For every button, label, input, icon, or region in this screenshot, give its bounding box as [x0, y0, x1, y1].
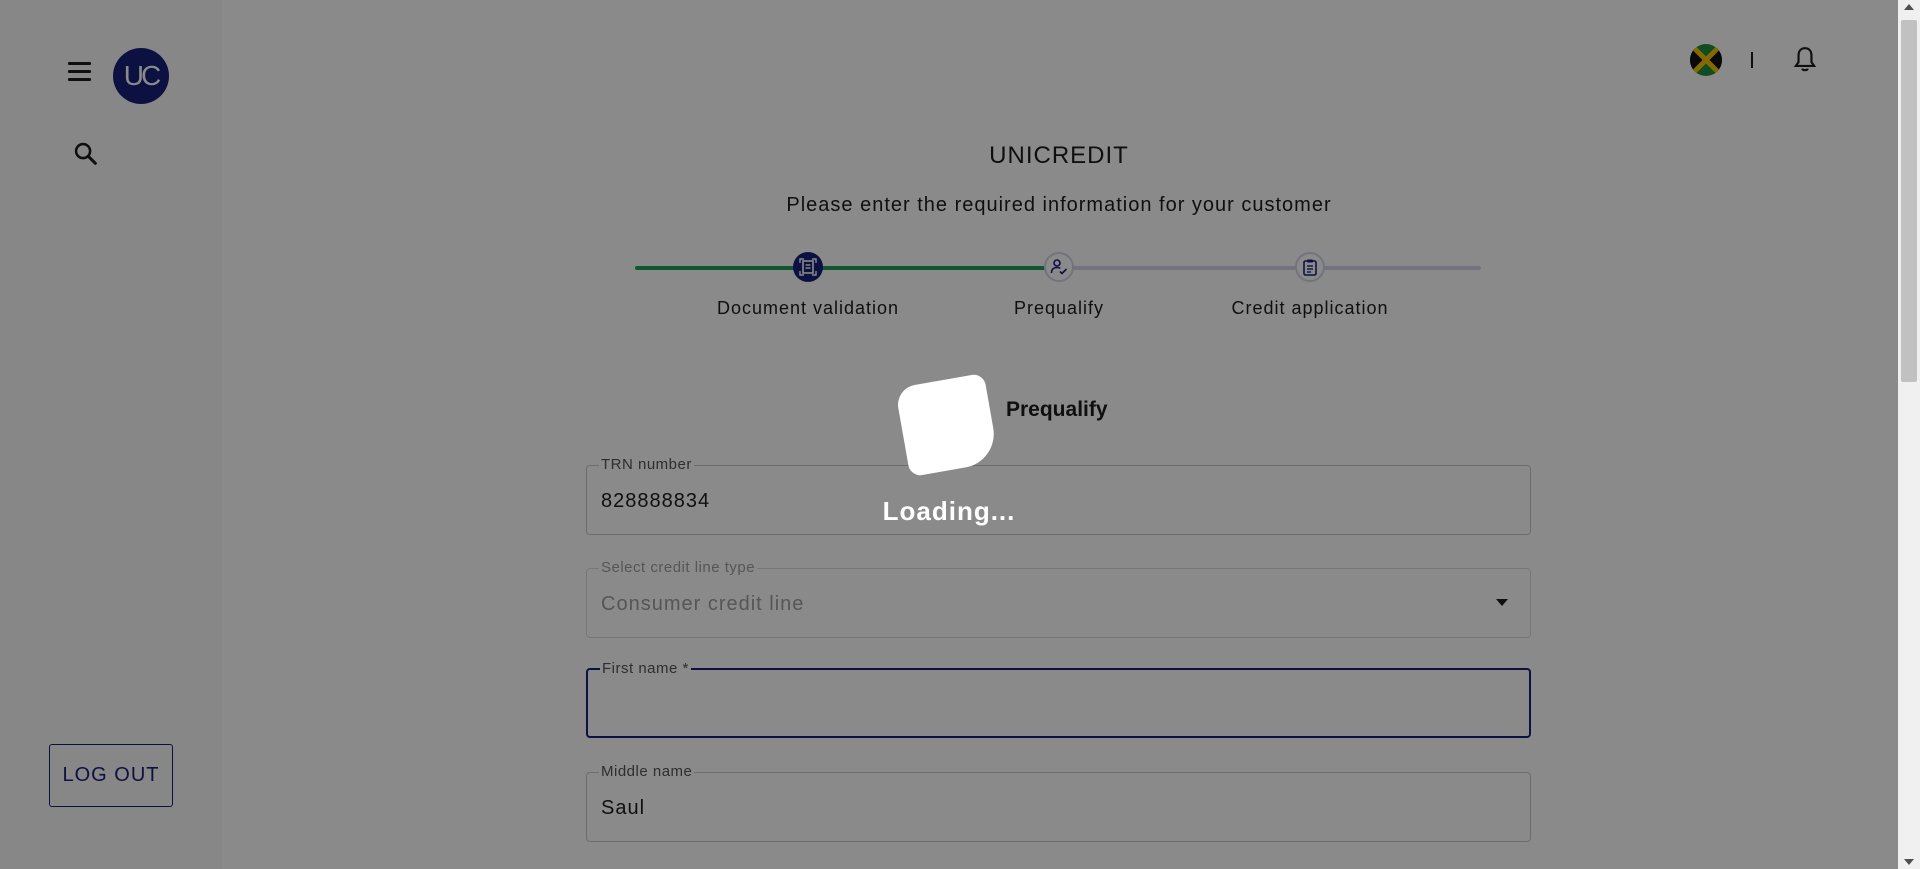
- loading-overlay: Loading...: [0, 0, 1920, 869]
- loading-text: Loading...: [882, 496, 1016, 526]
- loading-spinner-icon: [894, 372, 1000, 478]
- page-scrollbar[interactable]: [1898, 0, 1920, 869]
- scroll-up-arrow-icon[interactable]: [1904, 4, 1914, 10]
- scroll-down-arrow-icon[interactable]: [1904, 859, 1914, 865]
- scrollbar-thumb[interactable]: [1901, 20, 1917, 382]
